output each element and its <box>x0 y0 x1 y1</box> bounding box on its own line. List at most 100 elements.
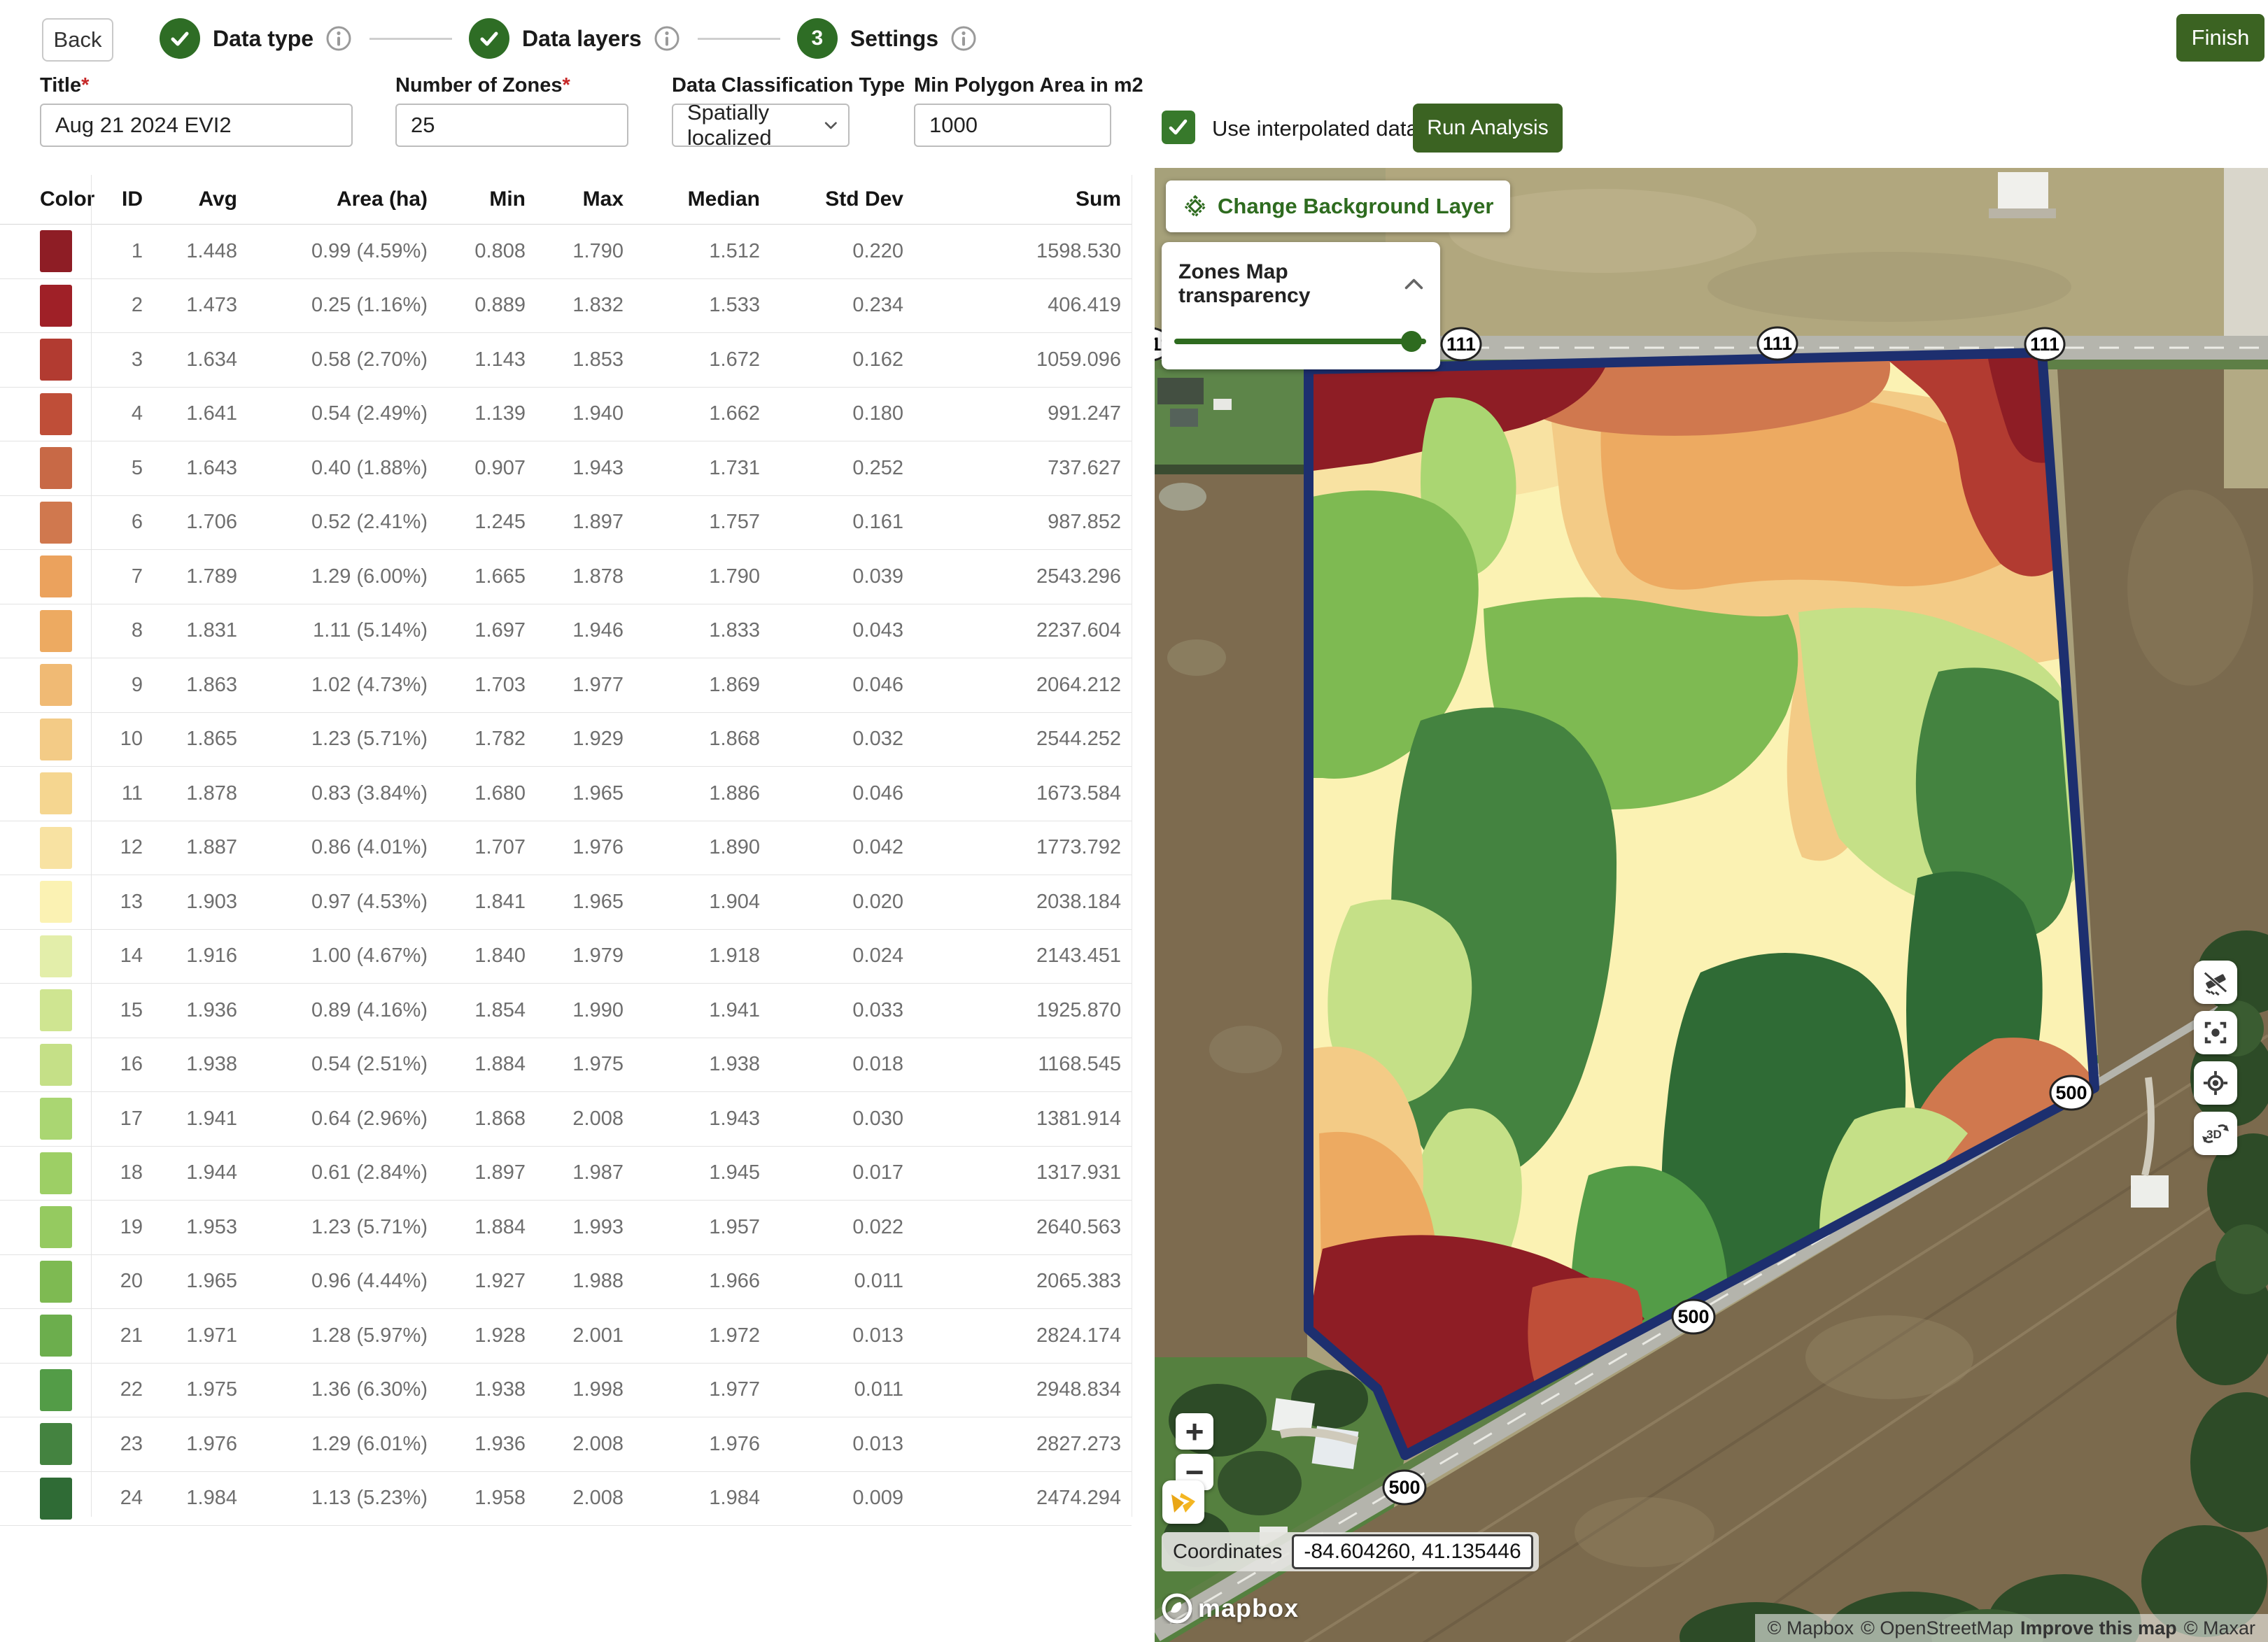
cell-sum: 1598.530 <box>908 240 1127 263</box>
back-button[interactable]: Back <box>42 18 113 62</box>
cell-stddev: 0.024 <box>764 944 908 968</box>
cell-min: 1.680 <box>432 782 530 805</box>
svg-text:111: 111 <box>1446 334 1476 355</box>
cell-avg: 1.641 <box>147 402 241 425</box>
cell-median: 1.512 <box>628 240 764 263</box>
satellite-map[interactable]: 111 111 111 111 500 500 500 Change Backg… <box>1155 168 2268 1642</box>
coordinates-value[interactable]: -84.604260, 41.135446 <box>1292 1534 1533 1569</box>
cell-sum: 406.419 <box>908 294 1127 317</box>
cell-id: 8 <box>91 619 147 642</box>
cell-id: 7 <box>91 565 147 588</box>
cell-median: 1.943 <box>628 1107 764 1131</box>
table-row: 211.9711.28 (5.97%)1.9282.0011.9720.0132… <box>0 1309 1132 1364</box>
cell-max: 1.987 <box>530 1161 628 1184</box>
svg-text:500: 500 <box>1388 1477 1420 1498</box>
cell-max: 1.853 <box>530 348 628 371</box>
cell-area: 1.23 (5.71%) <box>241 728 432 751</box>
zone-color-swatch <box>0 719 91 760</box>
min-area-input[interactable]: 1000 <box>914 104 1111 147</box>
cell-area: 1.36 (6.30%) <box>241 1378 432 1401</box>
cell-sum: 1925.870 <box>908 999 1127 1022</box>
cell-stddev: 0.009 <box>764 1487 908 1510</box>
cell-stddev: 0.030 <box>764 1107 908 1131</box>
cell-sum: 1673.584 <box>908 782 1127 805</box>
interpolated-checkbox[interactable] <box>1162 111 1195 144</box>
cell-sum: 2474.294 <box>908 1487 1127 1510</box>
locate-me-button[interactable] <box>2194 1061 2237 1105</box>
header-color: Color <box>0 187 91 211</box>
cell-sum: 1773.792 <box>908 836 1127 859</box>
cell-area: 0.96 (4.44%) <box>241 1270 432 1293</box>
cell-min: 1.697 <box>432 619 530 642</box>
cell-max: 1.998 <box>530 1378 628 1401</box>
change-background-layer-label: Change Background Layer <box>1218 194 1493 219</box>
cell-stddev: 0.039 <box>764 565 908 588</box>
change-background-layer-button[interactable]: Change Background Layer <box>1166 181 1510 232</box>
classification-select[interactable]: Spatially localized <box>672 104 850 147</box>
cell-max: 1.990 <box>530 999 628 1022</box>
cell-min: 0.808 <box>432 240 530 263</box>
cell-id: 1 <box>91 240 147 263</box>
info-icon[interactable] <box>950 24 978 52</box>
transparency-label: Zones Map transparency <box>1178 260 1403 308</box>
zoom-in-button[interactable]: + <box>1176 1413 1213 1450</box>
cell-min: 1.897 <box>432 1161 530 1184</box>
cell-stddev: 0.033 <box>764 999 908 1022</box>
cell-max: 1.878 <box>530 565 628 588</box>
zone-color <box>40 719 72 760</box>
zones-count-input[interactable]: 25 <box>395 104 628 147</box>
cell-min: 1.958 <box>432 1487 530 1510</box>
info-icon[interactable] <box>325 24 353 52</box>
center-field-button[interactable] <box>2194 1011 2237 1054</box>
cell-sum: 737.627 <box>908 457 1127 480</box>
info-icon[interactable] <box>653 24 681 52</box>
finish-button[interactable]: Finish <box>2176 14 2265 62</box>
cell-id: 21 <box>91 1324 147 1347</box>
cell-id: 20 <box>91 1270 147 1293</box>
run-analysis-button[interactable]: Run Analysis <box>1413 104 1563 153</box>
cell-sum: 2065.383 <box>908 1270 1127 1293</box>
measure-tool-button[interactable] <box>2194 961 2237 1004</box>
cell-sum: 1317.931 <box>908 1161 1127 1184</box>
cell-avg: 1.984 <box>147 1487 241 1510</box>
3d-rotate-icon: 3D <box>2200 1118 2231 1149</box>
zones-analysis-app: Back Data type Data layers 3 <box>0 0 2268 1642</box>
cell-area: 0.99 (4.59%) <box>241 240 432 263</box>
cell-min: 1.245 <box>432 511 530 534</box>
step-3-circle[interactable]: 3 <box>797 18 838 59</box>
cell-stddev: 0.043 <box>764 619 908 642</box>
table-column-divider <box>91 175 92 1517</box>
zone-color-swatch <box>0 447 91 489</box>
title-input[interactable]: Aug 21 2024 EVI2 <box>40 104 353 147</box>
cell-median: 1.976 <box>628 1433 764 1456</box>
chevron-up-icon[interactable] <box>1403 276 1425 292</box>
cell-median: 1.533 <box>628 294 764 317</box>
improve-this-map-link[interactable]: Improve this map <box>2020 1618 2177 1639</box>
table-row: 131.9030.97 (4.53%)1.8411.9651.9040.0202… <box>0 875 1132 930</box>
step-2-circle[interactable] <box>469 18 509 59</box>
cell-stddev: 0.161 <box>764 511 908 534</box>
cell-id: 22 <box>91 1378 147 1401</box>
cell-stddev: 0.011 <box>764 1270 908 1293</box>
cell-stddev: 0.046 <box>764 782 908 805</box>
step-1-circle[interactable] <box>160 18 200 59</box>
zone-color-swatch <box>0 1315 91 1357</box>
attribution-osm[interactable]: © OpenStreetMap <box>1861 1618 2013 1639</box>
zone-color <box>40 1044 72 1086</box>
ruler-slash-icon <box>2202 969 2229 996</box>
attribution-mapbox[interactable]: © Mapbox <box>1768 1618 1854 1639</box>
boundary-tool-button[interactable] <box>1162 1480 1204 1524</box>
zone-color-swatch <box>0 827 91 869</box>
cell-avg: 1.643 <box>147 457 241 480</box>
attribution-maxar[interactable]: © Maxar <box>2184 1618 2255 1639</box>
cell-id: 16 <box>91 1053 147 1076</box>
transparency-slider[interactable] <box>1174 339 1426 344</box>
transparency-slider-knob[interactable] <box>1401 331 1422 352</box>
cell-median: 1.790 <box>628 565 764 588</box>
mapbox-logo[interactable]: mapbox <box>1162 1593 1299 1624</box>
cell-area: 1.00 (4.67%) <box>241 944 432 968</box>
toggle-3d-button[interactable]: 3D <box>2194 1112 2237 1155</box>
cell-id: 2 <box>91 294 147 317</box>
cell-max: 1.976 <box>530 836 628 859</box>
table-row: 231.9761.29 (6.01%)1.9362.0081.9760.0132… <box>0 1417 1132 1472</box>
